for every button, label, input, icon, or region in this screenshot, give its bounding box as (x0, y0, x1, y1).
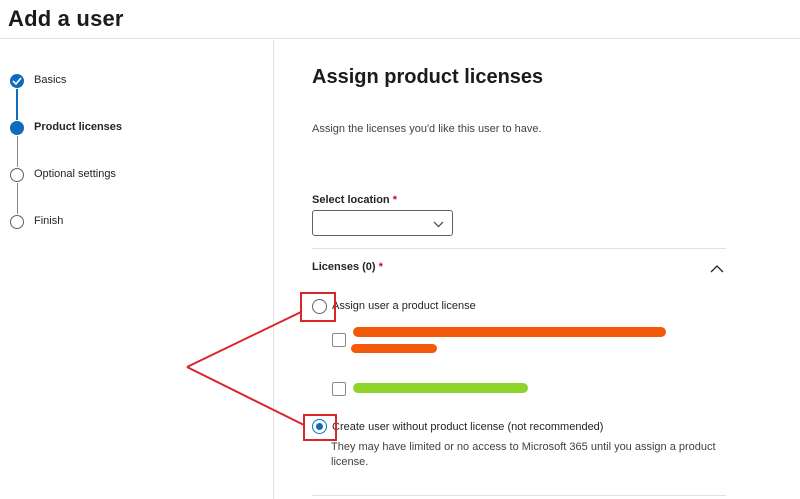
required-mark: * (378, 261, 383, 273)
step-label: Basics (34, 74, 67, 86)
empty-step-circle-icon (10, 168, 24, 182)
divider (312, 248, 726, 249)
top-header: Add a user (0, 0, 800, 39)
wizard-steps: Basics Product licenses Optional setting… (0, 40, 274, 499)
section-title: Assign product licenses (312, 66, 544, 88)
license-checkbox[interactable] (332, 382, 346, 396)
no-license-note: They may have limited or no access to Mi… (331, 441, 716, 468)
step-label: Finish (34, 215, 64, 227)
assign-license-label: Assign user a product license (332, 300, 476, 312)
licenses-header: Licenses (0) * (312, 261, 383, 273)
location-dropdown[interactable] (312, 210, 453, 236)
divider (312, 495, 726, 496)
highlight-box (303, 414, 337, 441)
current-step-dot-icon (10, 121, 24, 135)
step-connector (16, 89, 18, 120)
step-connector (16, 136, 18, 167)
redacted-license-name (353, 383, 528, 393)
step-connector (16, 183, 18, 214)
empty-step-circle-icon (10, 215, 24, 229)
highlight-box (300, 292, 336, 322)
page-title: Add a user (8, 6, 124, 31)
no-license-label: Create user without product license (not… (332, 421, 604, 433)
required-mark: * (392, 194, 397, 206)
location-label: Select location * (312, 194, 397, 206)
license-checkbox[interactable] (332, 333, 346, 347)
redacted-license-detail (351, 344, 437, 353)
section-description: Assign the licenses you'd like this user… (312, 123, 542, 135)
redacted-license-name (353, 327, 666, 337)
step-label: Optional settings (34, 168, 116, 180)
chevron-down-icon (433, 221, 444, 228)
chevron-up-icon[interactable] (710, 260, 726, 274)
step-label: Product licenses (34, 121, 123, 133)
checkmark-icon (10, 74, 24, 88)
